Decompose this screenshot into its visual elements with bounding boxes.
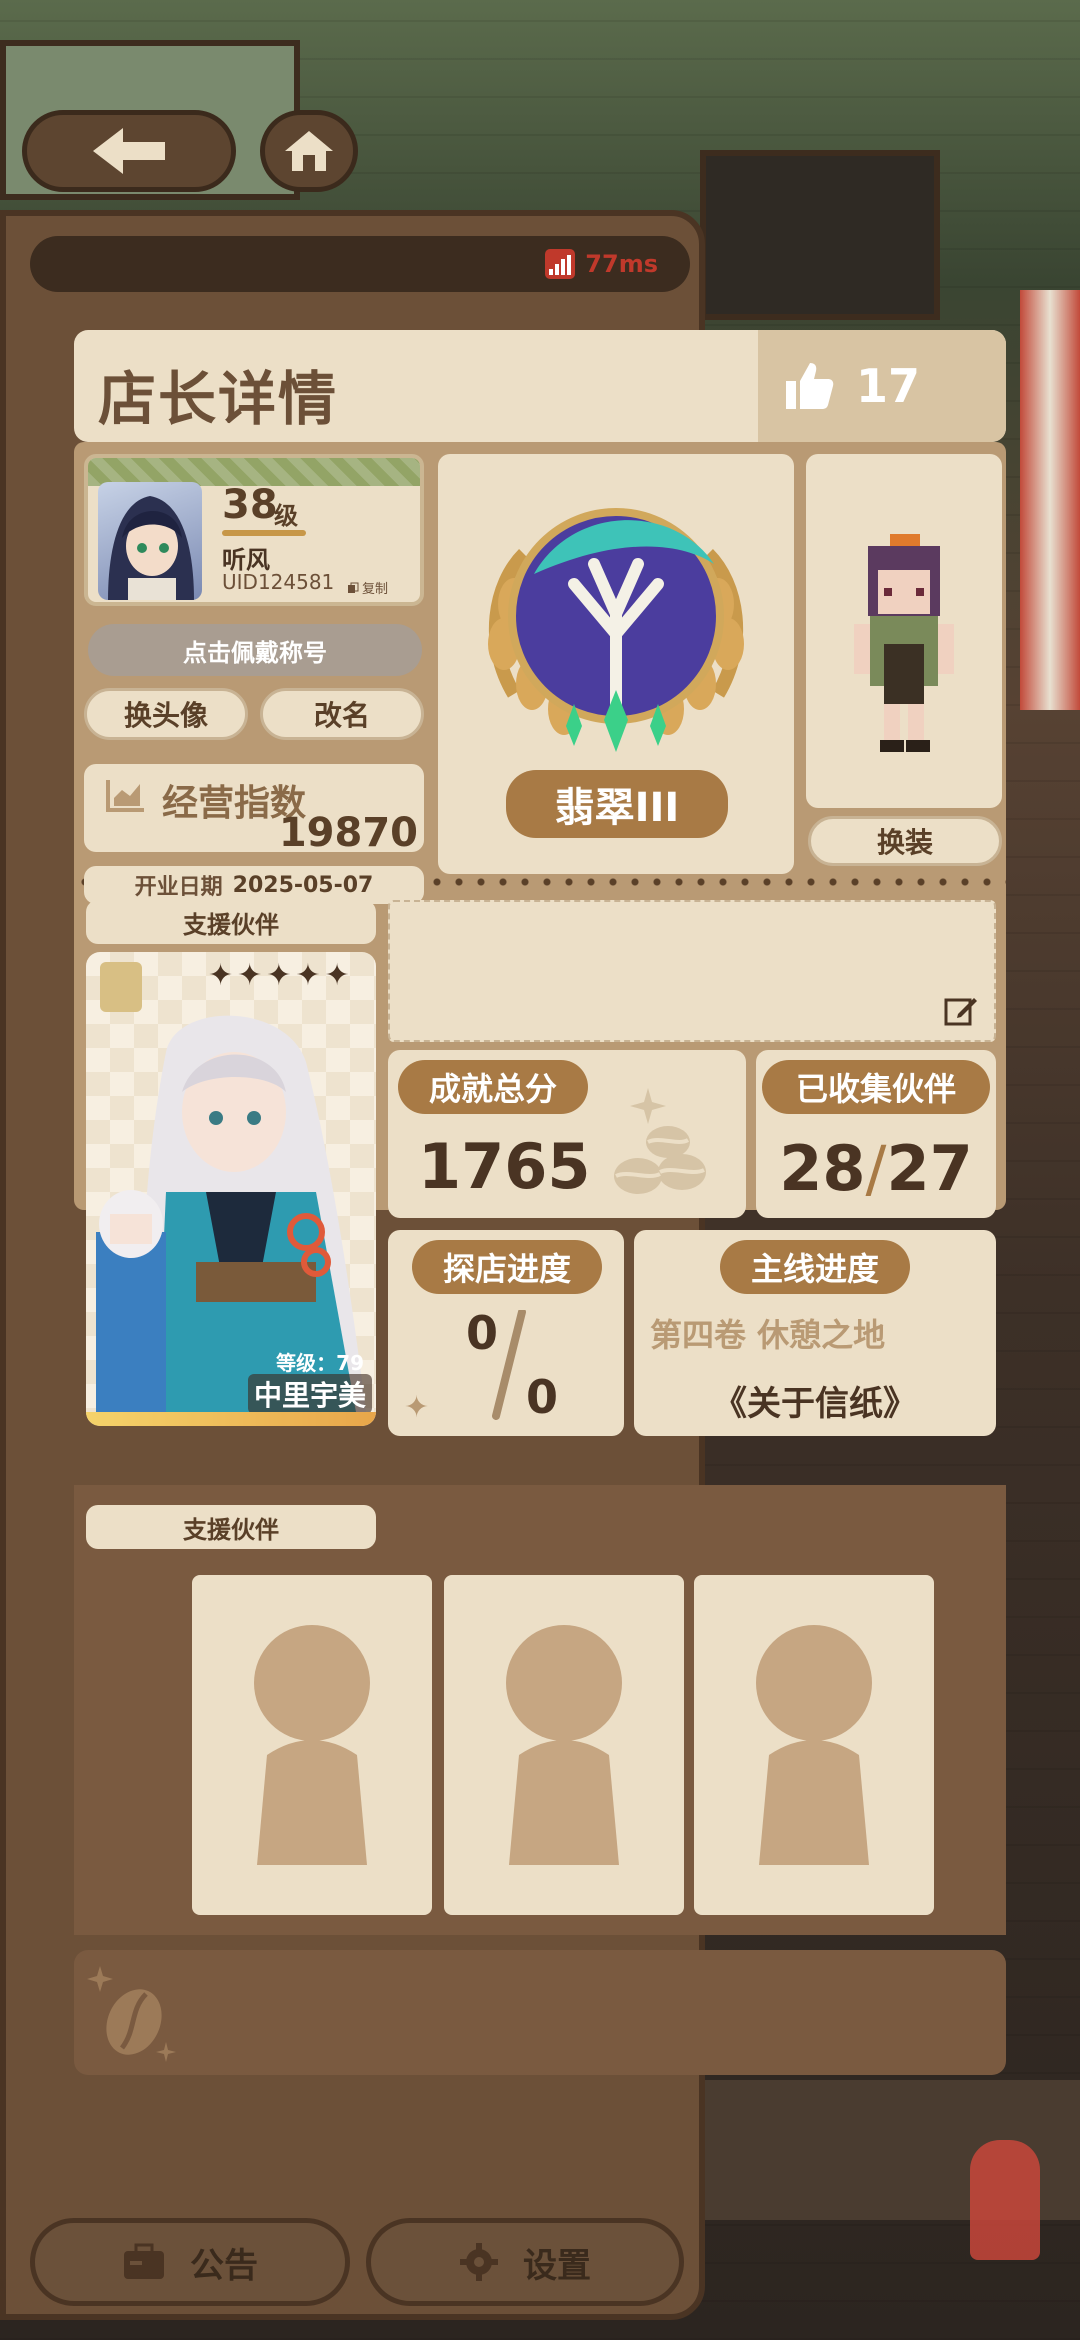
wear-title-button[interactable]: 点击佩戴称号 xyxy=(88,624,422,676)
profile-card: 38 级 听风 UID124581 复制 xyxy=(84,454,424,606)
coffee-beans-icon xyxy=(614,1088,706,1194)
explore-total: 0 xyxy=(526,1370,559,1424)
avatar-portrait-icon xyxy=(108,496,194,600)
like-count: 17 xyxy=(856,359,921,413)
collected-count: 28/27 xyxy=(756,1132,996,1205)
scene-npc xyxy=(970,2140,1040,2260)
collected-partners-card[interactable]: 已收集伙伴 28/27 xyxy=(756,1050,996,1218)
collected-owned: 28 xyxy=(779,1132,866,1205)
like-button[interactable]: 17 xyxy=(758,330,1006,442)
scene-door xyxy=(700,150,940,320)
main-story-label: 主线进度 xyxy=(720,1240,910,1294)
open-date: 开业日期 2025-05-07 xyxy=(84,866,424,904)
support-partner-tab: 支援伙伴 xyxy=(86,900,376,944)
support-slots-tab: 支援伙伴 xyxy=(86,1505,376,1549)
explore-label: 探店进度 xyxy=(412,1240,602,1294)
rank-card[interactable]: 翡翠III xyxy=(438,454,794,874)
arrow-left-icon xyxy=(93,128,165,174)
progress-slash-icon xyxy=(492,1310,526,1420)
copy-uid-button[interactable]: 复制 xyxy=(347,578,388,597)
main-story-chapter: 《关于信纸》 xyxy=(713,1384,917,1424)
rank-emblem-icon xyxy=(488,508,744,752)
change-outfit-button[interactable]: 换装 xyxy=(808,816,1002,866)
support-partner-card[interactable]: ✦✦✦✦✦ 等级：79 中里宇美 xyxy=(86,952,376,1426)
business-index-card: 经营指数 19870 xyxy=(84,764,424,856)
edit-icon xyxy=(944,998,977,1026)
signature-memo-box[interactable] xyxy=(388,900,996,1042)
empty-slot-silhouette-icon xyxy=(254,1625,370,1865)
announcement-label: 公告 xyxy=(190,2245,258,2286)
home-icon xyxy=(285,131,333,171)
achievement-card[interactable]: 成就总分 1765 xyxy=(388,1050,746,1218)
level-underline xyxy=(222,530,306,536)
bottom-info-strip xyxy=(74,1950,1006,2075)
panel-title: 店长详情 xyxy=(98,365,339,433)
copy-label: 复制 xyxy=(361,582,388,597)
shop-owner-detail-panel: 店长详情 17 38 级 听风 UID124581 复制 点击佩戴称号 换头像 … xyxy=(74,330,1006,2075)
copy-icon xyxy=(347,582,359,593)
open-date-value: 2025-05-07 xyxy=(232,872,374,898)
coffee-bean-sparkle-icon xyxy=(87,1966,176,2062)
briefcase-icon xyxy=(124,2243,164,2279)
partner-name: 中里宇美 xyxy=(247,1374,372,1414)
change-avatar-button[interactable]: 换头像 xyxy=(84,688,248,740)
player-level: 38 xyxy=(222,482,278,528)
empty-slot-silhouette-icon xyxy=(756,1625,872,1865)
main-story-volume: 第四卷 休憩之地 xyxy=(650,1316,886,1354)
empty-slot-silhouette-icon xyxy=(506,1625,622,1865)
explore-progress-card[interactable]: 探店进度 0 0 ✦ xyxy=(388,1230,624,1436)
business-index-value: 19870 xyxy=(278,810,418,856)
collected-total: 27 xyxy=(886,1132,973,1205)
rank-name: 翡翠III xyxy=(506,770,728,838)
star-rating-icon: ✦✦✦✦✦ xyxy=(208,958,354,993)
rename-button[interactable]: 改名 xyxy=(260,688,424,740)
partner-card-glow xyxy=(86,1412,376,1426)
settings-button[interactable]: 设置 xyxy=(366,2218,684,2306)
ping-text: 77ms xyxy=(585,250,658,278)
achievement-value: 1765 xyxy=(418,1130,591,1203)
player-level-unit: 级 xyxy=(274,502,298,530)
avatar[interactable] xyxy=(98,482,202,600)
gear-icon xyxy=(460,2243,498,2281)
partner-level: 等级：79 xyxy=(276,1351,364,1375)
sparkle-icon: ✦ xyxy=(404,1390,430,1425)
open-date-label: 开业日期 xyxy=(134,875,223,900)
scene-rocket xyxy=(1020,290,1080,710)
collected-label: 已收集伙伴 xyxy=(762,1060,990,1114)
achievement-label: 成就总分 xyxy=(398,1060,588,1114)
panel-header: 店长详情 17 xyxy=(74,330,1006,442)
player-uid: UID124581 xyxy=(222,570,335,594)
pixel-character-icon xyxy=(854,534,954,752)
home-button[interactable] xyxy=(260,110,358,192)
network-status-bar: 77ms xyxy=(30,236,690,292)
support-slot-1[interactable] xyxy=(192,1575,432,1915)
main-story-card[interactable]: 主线进度 第四卷 休憩之地 《关于信纸》 xyxy=(634,1230,996,1436)
thumbs-up-icon xyxy=(786,363,834,409)
signal-icon xyxy=(545,249,576,279)
chart-icon xyxy=(106,780,144,812)
collected-separator: / xyxy=(865,1132,887,1205)
announcement-button[interactable]: 公告 xyxy=(30,2218,350,2306)
back-button[interactable] xyxy=(22,110,236,192)
support-slot-2[interactable] xyxy=(444,1575,684,1915)
settings-label: 设置 xyxy=(523,2245,591,2286)
character-card xyxy=(806,454,1002,808)
support-slot-3[interactable] xyxy=(694,1575,934,1915)
